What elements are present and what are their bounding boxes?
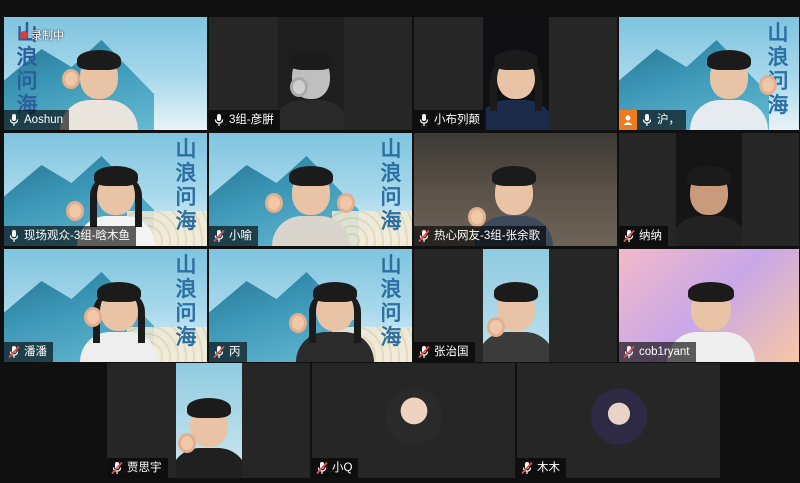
participant-name: 小喻 — [229, 230, 252, 242]
name-label: Aoshun — [4, 110, 70, 130]
poster-title: 山浪问海 — [175, 136, 197, 233]
mic-icon — [8, 113, 20, 127]
video-tile-xiaobu[interactable]: 小布列颠 — [414, 17, 617, 130]
video-tile-hu[interactable]: 山浪问海 沪， — [619, 17, 799, 130]
name-label: 小喻 — [209, 226, 258, 246]
name-label: 小布列颠 — [414, 110, 486, 130]
name-label: 沪， — [619, 110, 686, 130]
mic-icon — [641, 113, 653, 127]
video-tile-xiaoq[interactable]: 小Q — [312, 363, 515, 478]
mic-muted-icon — [213, 229, 225, 243]
name-label: 热心网友-3组-张余歌 — [414, 226, 547, 246]
participant-bing — [296, 282, 374, 362]
participant-name: 丙 — [229, 346, 241, 358]
participant-name: 贾思宇 — [127, 462, 162, 474]
participant-aoshun — [60, 50, 138, 130]
ok-hand — [468, 207, 486, 227]
mic-muted-icon — [8, 345, 20, 359]
mic-muted-icon — [521, 461, 533, 475]
mic-muted-icon — [623, 229, 635, 243]
avatar — [385, 388, 442, 445]
video-tile-xiaoyu[interactable]: 山浪问海 小喻 — [209, 133, 412, 246]
video-tile-zhangyuge[interactable]: 热心网友-3组-张余歌 — [414, 133, 617, 246]
avatar — [590, 388, 647, 445]
ok-hand — [84, 307, 102, 327]
video-feed — [482, 17, 549, 130]
poster-title: 山浪问海 — [175, 252, 197, 349]
mic-muted-icon — [111, 461, 123, 475]
mic-muted-icon — [418, 345, 430, 359]
video-feed — [676, 133, 742, 246]
name-label: 丙 — [209, 342, 247, 362]
name-label: 贾思宇 — [107, 458, 168, 478]
ok-hand — [66, 201, 84, 221]
mic-icon — [213, 113, 225, 127]
video-feed — [277, 17, 344, 130]
video-feed — [175, 363, 242, 478]
video-tile-cob1ryant[interactable]: cob1ryant — [619, 249, 799, 362]
name-label: 纳纳 — [619, 226, 668, 246]
name-label: 现场观众-3组-晗木鱼 — [4, 226, 137, 246]
video-tile-jiasiyu[interactable]: 贾思宇 — [107, 363, 310, 478]
mic-icon — [418, 113, 430, 127]
participant-name: 小Q — [332, 462, 353, 474]
mic-muted-icon — [213, 345, 225, 359]
name-label: 张治国 — [414, 342, 475, 362]
ok-hand — [62, 69, 80, 89]
name-label: 木木 — [517, 458, 566, 478]
video-tile-3zu-yan[interactable]: 3组-彦腁 — [209, 17, 412, 130]
video-feed — [482, 249, 549, 362]
ok-hand — [337, 193, 355, 213]
video-tile-zhangzhiguo[interactable]: 张治国 — [414, 249, 617, 362]
mic-icon — [8, 229, 20, 243]
poster-title: 山浪问海 — [380, 252, 402, 349]
name-label: cob1ryant — [619, 342, 696, 362]
recording-indicator: 录制中 — [20, 27, 64, 43]
participant-name: 小布列颠 — [434, 114, 480, 126]
participant-name: 热心网友-3组-张余歌 — [434, 230, 541, 242]
participant-name: 木木 — [537, 462, 560, 474]
video-tile-hanmuyu[interactable]: 山浪问海 现场观众-3组-晗木鱼 — [4, 133, 207, 246]
participant-name: 张治国 — [434, 346, 469, 358]
video-tile-panpan[interactable]: 山浪问海 潘潘 — [4, 249, 207, 362]
record-dot-icon — [20, 31, 28, 39]
participant-name: Aoshun — [24, 114, 64, 126]
ok-hand — [486, 317, 505, 337]
participant-name: cob1ryant — [639, 346, 690, 358]
participant-name: 现场观众-3组-晗木鱼 — [24, 230, 131, 242]
participant-name: 沪， — [657, 114, 680, 126]
ok-hand — [177, 433, 196, 453]
name-label: 小Q — [312, 458, 359, 478]
ok-hand — [289, 313, 307, 333]
name-label: 潘潘 — [4, 342, 53, 362]
recording-label: 录制中 — [31, 30, 64, 42]
video-tile-bing[interactable]: 山浪问海 丙 — [209, 249, 412, 362]
mic-muted-icon — [623, 345, 635, 359]
video-tile-nana[interactable]: 纳纳 — [619, 133, 799, 246]
participant-name: 3组-彦腁 — [229, 114, 274, 126]
participant-name: 潘潘 — [24, 346, 47, 358]
ok-hand — [265, 193, 283, 213]
host-icon — [619, 110, 637, 130]
mic-muted-icon — [316, 461, 328, 475]
name-label: 3组-彦腁 — [209, 110, 280, 130]
video-tile-mumu[interactable]: 木木 — [517, 363, 720, 478]
participant-name: 纳纳 — [639, 230, 662, 242]
poster-title: 山浪问海 — [380, 136, 402, 233]
ok-hand — [289, 77, 308, 97]
mic-muted-icon — [418, 229, 430, 243]
ok-hand — [759, 75, 777, 95]
participant-hu — [690, 50, 768, 130]
